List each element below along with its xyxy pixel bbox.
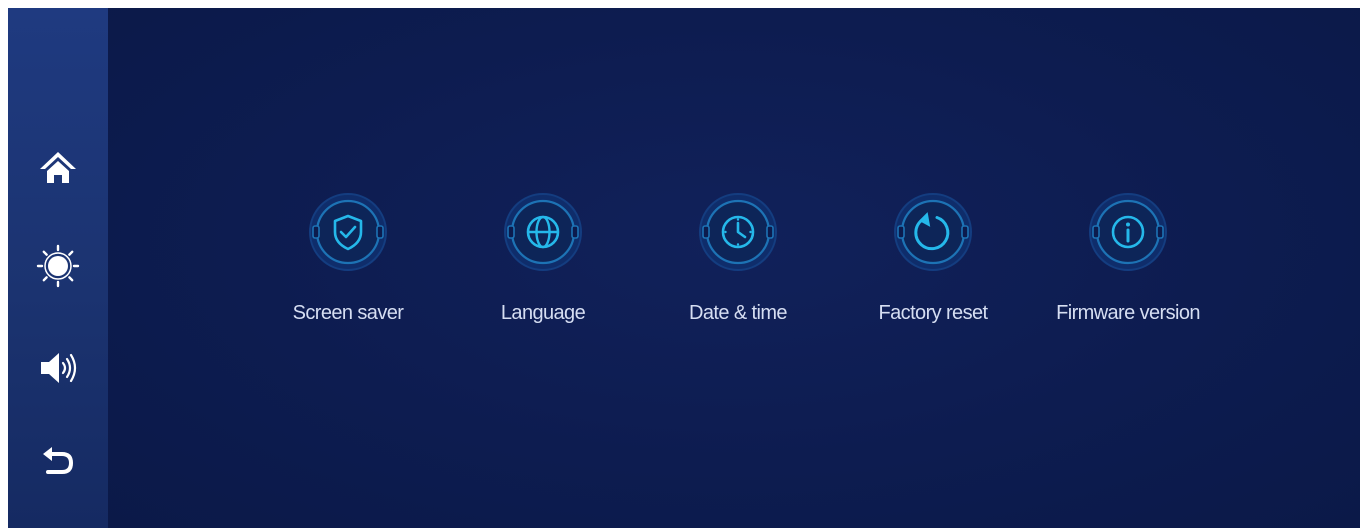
date-time-item[interactable]: Date & time [648, 192, 828, 342]
brightness-icon [36, 244, 80, 288]
brightness-button[interactable] [33, 244, 83, 288]
sidebar [8, 8, 108, 528]
info-icon [1088, 192, 1168, 272]
volume-icon [36, 346, 80, 390]
back-button[interactable] [33, 440, 83, 484]
home-icon [37, 147, 79, 189]
firmware-version-label: Firmware version [1056, 302, 1200, 324]
volume-button[interactable] [33, 346, 83, 390]
home-button[interactable] [33, 146, 83, 190]
factory-reset-item[interactable]: Factory reset [843, 192, 1023, 342]
reset-icon [893, 192, 973, 272]
language-item[interactable]: Language [453, 192, 633, 342]
settings-panel: Screen saver Language Date & time Factor… [108, 8, 1360, 528]
back-icon [37, 441, 79, 483]
firmware-version-item[interactable]: Firmware version [1038, 192, 1218, 342]
date-time-label: Date & time [689, 302, 787, 324]
language-label: Language [500, 302, 586, 324]
clock-icon [698, 192, 778, 272]
screen-saver-label: Screen saver [292, 302, 404, 324]
screen-saver-item[interactable]: Screen saver [258, 192, 438, 342]
factory-reset-label: Factory reset [878, 302, 989, 324]
settings-screen: Screen saver Language Date & time Factor… [8, 8, 1360, 528]
shield-check-icon [308, 192, 388, 272]
globe-icon [503, 192, 583, 272]
